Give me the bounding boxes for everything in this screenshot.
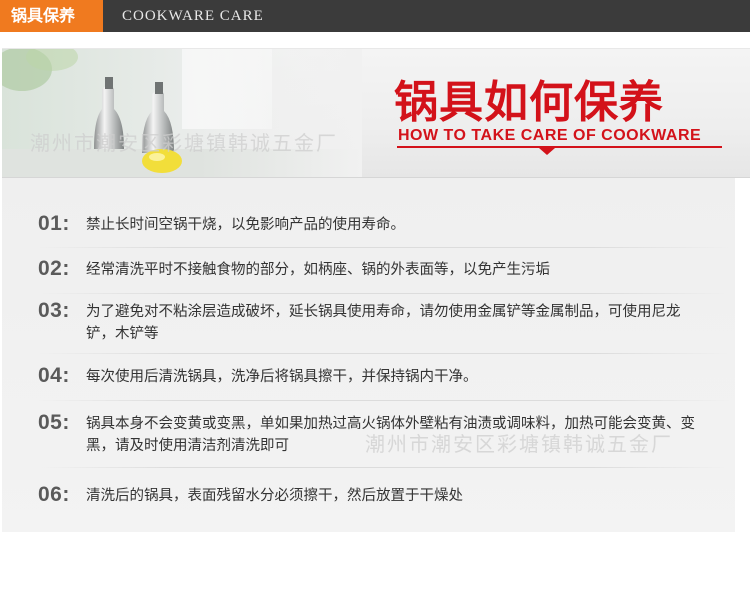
tip-text: 清洗后的锅具，表面残留水分必须擦干，然后放置于干燥处	[86, 488, 463, 504]
tip-text: 每次使用后清洗锅具，洗净后将锅具擦干，并保持锅内干净。	[86, 369, 478, 385]
tip-number: 01:	[38, 212, 70, 235]
section-subtitle: COOKWARE CARE	[122, 8, 264, 24]
tip-number: 02:	[38, 257, 70, 280]
title-underline	[397, 146, 722, 148]
tip-divider	[38, 400, 730, 401]
banner-title-en: HOW TO TAKE CARE OF COOKWARE	[398, 127, 702, 144]
watermark-top: 潮州市潮安区彩塘镇韩诚五金厂	[30, 131, 338, 155]
title-arrow-icon	[539, 148, 555, 155]
tip-text: 禁止长时间空锅干烧，以免影响产品的使用寿命。	[86, 217, 405, 233]
care-tips-panel: 01: 禁止长时间空锅干烧，以免影响产品的使用寿命。 02: 经常清洗平时不接触…	[2, 178, 735, 532]
watermark-bottom: 潮州市潮安区彩塘镇韩诚五金厂	[365, 432, 673, 456]
tip-divider	[38, 467, 730, 468]
tip-number: 04:	[38, 364, 70, 387]
tip-number: 06:	[38, 483, 70, 506]
kitchen-photo	[2, 49, 362, 178]
header-bar: 锅具保养 COOKWARE CARE	[0, 0, 750, 32]
section-tag: 锅具保养	[0, 0, 103, 32]
tip-divider	[38, 293, 730, 294]
tip-text: 经常清洗平时不接触食物的部分，如柄座、锅的外表面等，以免产生污垢	[86, 262, 550, 278]
tip-number: 03:	[38, 299, 70, 322]
tip-text: 为了避免对不粘涂层造成破坏，延长锅具使用寿命，请勿使用金属铲等金属制品，可使用尼…	[86, 304, 681, 342]
tip-number: 05:	[38, 411, 70, 434]
tip-divider	[38, 247, 730, 248]
banner-title-cn: 锅具如何保养	[394, 77, 664, 128]
tip-divider	[38, 353, 730, 354]
